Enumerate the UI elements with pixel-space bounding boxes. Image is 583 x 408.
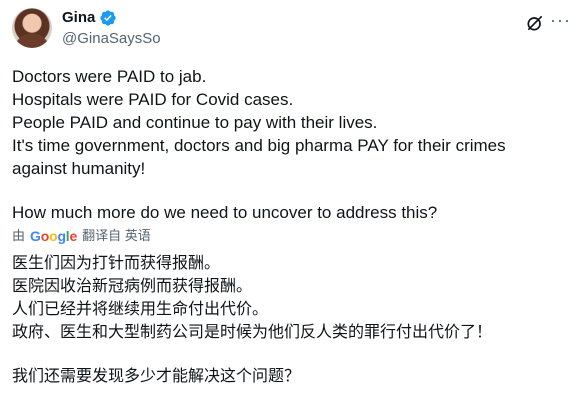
tweet-line: Hospitals were PAID for Covid cases. <box>12 90 294 109</box>
author-handle[interactable]: @GinaSaysSo <box>62 29 161 48</box>
tweet-line: Doctors were PAID to jab. <box>12 67 207 86</box>
translation-line: 政府、医生和大型制药公司是时候为他们反人类的罪行付出代价了！ <box>12 322 493 341</box>
translated-from-label: 翻译自 英语 <box>82 228 151 243</box>
tweet-line: It's time government, doctors and big ph… <box>12 136 506 155</box>
grok-icon[interactable] <box>525 13 545 33</box>
tweet-line: People PAID and continue to pay with the… <box>12 113 378 132</box>
translation-line: 人们已经并将继续用生命付出代价。 <box>12 299 269 318</box>
more-options-icon[interactable]: ··· <box>550 10 571 31</box>
google-logo: Google <box>30 228 78 244</box>
translation-line: 医生们因为打针而获得报酬。 <box>12 253 221 272</box>
tweet-body: Doctors were PAID to jab. Hospitals were… <box>12 65 571 387</box>
translation-line: 医院因收治新冠病例而获得报酬。 <box>12 276 253 295</box>
translation-question: 我们还需要发现多少才能解决这个问题？ <box>12 366 301 385</box>
translation-attribution[interactable]: 由 Google 翻译自 英语 <box>12 227 571 245</box>
tweet-header: Gina @GinaSaysSo ··· <box>12 8 571 52</box>
author-name[interactable]: Gina <box>62 9 95 27</box>
author-block: Gina @GinaSaysSo <box>62 9 161 48</box>
avatar[interactable] <box>12 8 52 48</box>
verified-badge-icon <box>100 10 117 26</box>
tweet-line: against humanity! <box>12 159 146 178</box>
translated-by-label: 由 <box>12 228 26 243</box>
tweet-question: How much more do we need to uncover to a… <box>12 203 438 222</box>
name-row: Gina <box>62 9 161 27</box>
